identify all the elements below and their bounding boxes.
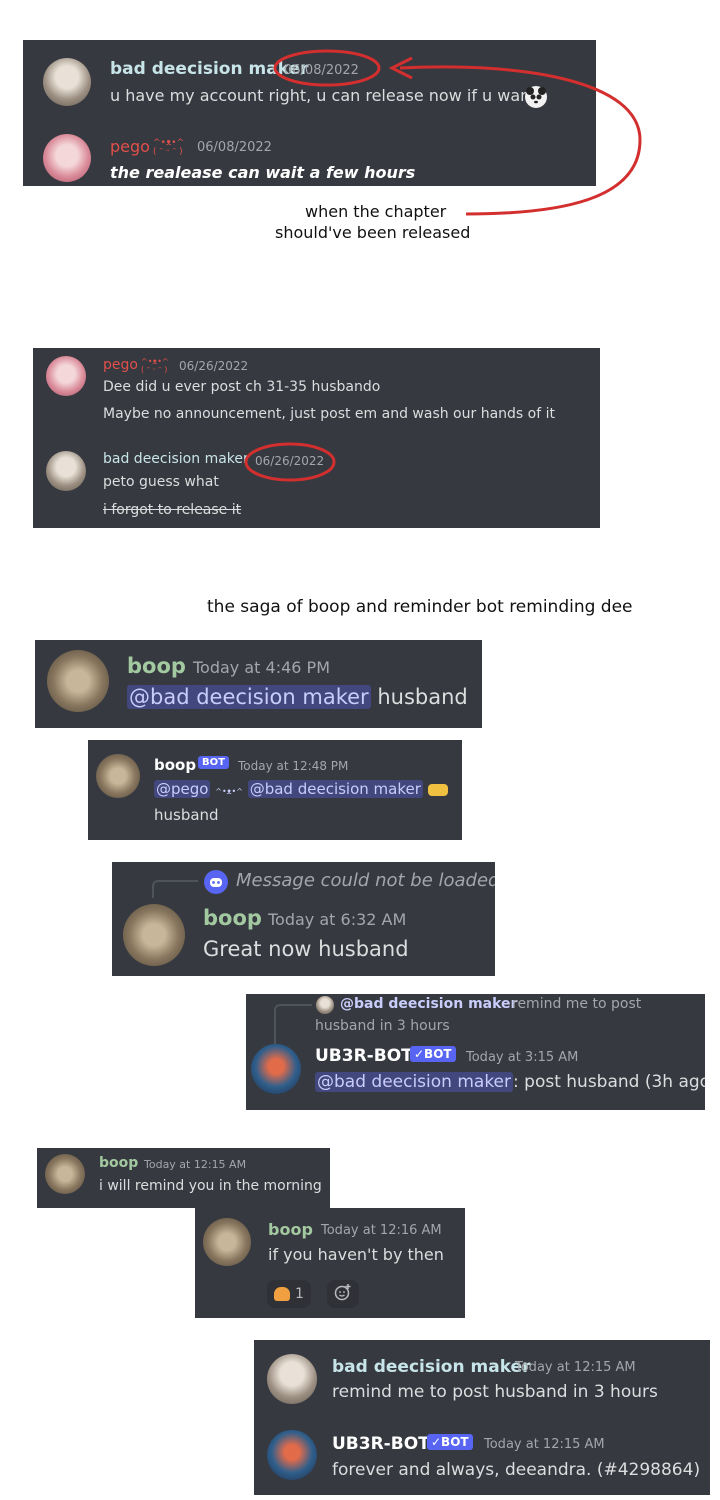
chat-panel-8: boop Today at 12:16 AM if you haven't by… (195, 1208, 465, 1318)
timestamp: Today at 3:15 AM (466, 1050, 579, 1065)
caption: the saga of boop and reminder bot remind… (207, 597, 633, 617)
mention-pego[interactable]: @pego (154, 780, 211, 798)
reply-connector (152, 880, 198, 898)
annotation-text-line2: should've been released (275, 223, 471, 242)
chat-panel-2: pego ^•ᴥ•^( ᵔ ᵕ ᵔ ) 06/26/2022 Dee did u… (33, 348, 600, 528)
avatar-boop[interactable] (203, 1218, 251, 1266)
reply-mention[interactable]: @bad deecision maker (340, 996, 517, 1012)
message-text: i will remind you in the morning (99, 1178, 322, 1194)
timestamp: Today at 12:15 AM (484, 1437, 605, 1452)
message-text: husband (154, 806, 219, 824)
message-text: @bad deecision maker husband (127, 685, 468, 709)
message-body: : post husband (3h ago) (513, 1072, 705, 1092)
timestamp: Today at 6:32 AM (268, 910, 407, 929)
sleeping-emoji-icon (427, 783, 448, 796)
mention-bad-deecision-maker[interactable]: @bad deecision maker (247, 780, 423, 798)
timestamp: Today at 12:15 AM (515, 1360, 636, 1375)
avatar-boop[interactable] (45, 1154, 85, 1194)
avatar-boop[interactable] (123, 904, 185, 966)
message-text-strikethrough: i forgot to release it (103, 502, 242, 518)
chat-panel-4: boop BOT Today at 12:48 PM @pego ^•ᴥ•^ @… (88, 740, 462, 840)
timestamp: Today at 12:15 AM (144, 1158, 247, 1171)
username-ub3r-bot[interactable]: UB3R-BOT (332, 1434, 430, 1454)
avatar-boop[interactable] (96, 754, 140, 798)
username-boop[interactable]: boop (99, 1155, 138, 1171)
annotation-circle (244, 442, 336, 482)
avatar-bad-deecision-maker[interactable] (46, 451, 86, 491)
mention-bad-deecision-maker[interactable]: @bad deecision maker (315, 1072, 514, 1092)
avatar-ub3r-bot[interactable] (267, 1430, 317, 1480)
message-text: peto guess what (103, 474, 219, 490)
reply-unavailable-text: Message could not be loaded. (236, 870, 495, 891)
message-text: @bad deecision maker: post husband (3h a… (315, 1072, 705, 1092)
add-reaction-button[interactable] (327, 1280, 359, 1308)
reply-connector (274, 1004, 312, 1046)
avatar-boop[interactable] (47, 650, 109, 712)
message-text: if you haven't by then (268, 1245, 444, 1264)
chat-panel-6: @bad deecision maker remind me to post h… (246, 994, 705, 1110)
bot-badge: BOT (198, 756, 229, 769)
kaomoji-icon: ^•ᴥ•^ (215, 787, 243, 796)
reaction-emoji-icon (274, 1287, 290, 1301)
message-text: forever and always, deeandra. (#4298864) (332, 1460, 701, 1480)
timestamp: 06/26/2022 (179, 359, 249, 373)
username-pego[interactable]: pego (103, 357, 138, 373)
username-bad-deecision-maker[interactable]: bad deecision maker (103, 451, 249, 467)
timestamp: Today at 4:46 PM (193, 658, 330, 677)
username-boop[interactable]: boop (154, 756, 196, 774)
message-mentions: @pego ^•ᴥ•^ @bad deecision maker (154, 780, 448, 798)
chat-panel-7: boop Today at 12:15 AM i will remind you… (37, 1148, 330, 1208)
add-reaction-icon (334, 1283, 352, 1305)
reply-avatar-bad-deecision-maker (316, 996, 334, 1014)
chat-panel-5: Message could not be loaded. boop Today … (112, 862, 495, 976)
username-bad-deecision-maker[interactable]: bad deecision maker (332, 1357, 530, 1377)
username-ub3r-bot[interactable]: UB3R-BOT (315, 1046, 413, 1066)
reaction-count: 1 (295, 1286, 304, 1302)
reaction-button[interactable]: 1 (267, 1280, 311, 1308)
timestamp: Today at 12:16 AM (321, 1223, 442, 1238)
username-boop[interactable]: boop (127, 654, 186, 678)
avatar-bad-deecision-maker[interactable] (267, 1354, 317, 1404)
message-text: Maybe no announcement, just post em and … (103, 406, 555, 422)
reply-preview-text: husband in 3 hours (315, 1018, 450, 1034)
kaomoji-icon: ^•ᴥ•^( ᵔ ᵕ ᵔ ) (141, 357, 169, 374)
verified-bot-badge: ✓BOT (410, 1046, 456, 1062)
username-boop[interactable]: boop (268, 1220, 313, 1239)
annotation-arrow (273, 49, 642, 216)
mention-bad-deecision-maker[interactable]: @bad deecision maker (127, 685, 371, 709)
discord-logo-icon (204, 870, 228, 894)
avatar-pego[interactable] (46, 356, 86, 396)
reply-preview-text: remind me to post (512, 996, 642, 1012)
annotation-text-line1: when the chapter (305, 202, 447, 221)
verified-bot-badge: ✓BOT (427, 1434, 473, 1450)
message-text: remind me to post husband in 3 hours (332, 1382, 658, 1402)
message-body: husband (377, 685, 468, 709)
message-text: Dee did u ever post ch 31-35 husbando (103, 379, 381, 395)
timestamp: Today at 12:48 PM (238, 759, 349, 773)
avatar-ub3r-bot[interactable] (251, 1044, 301, 1094)
username-boop[interactable]: boop (203, 906, 262, 930)
chat-panel-3: boop Today at 4:46 PM @bad deecision mak… (35, 640, 482, 728)
chat-panel-9: bad deecision maker Today at 12:15 AM re… (254, 1340, 710, 1495)
message-text: Great now husband (203, 937, 409, 961)
